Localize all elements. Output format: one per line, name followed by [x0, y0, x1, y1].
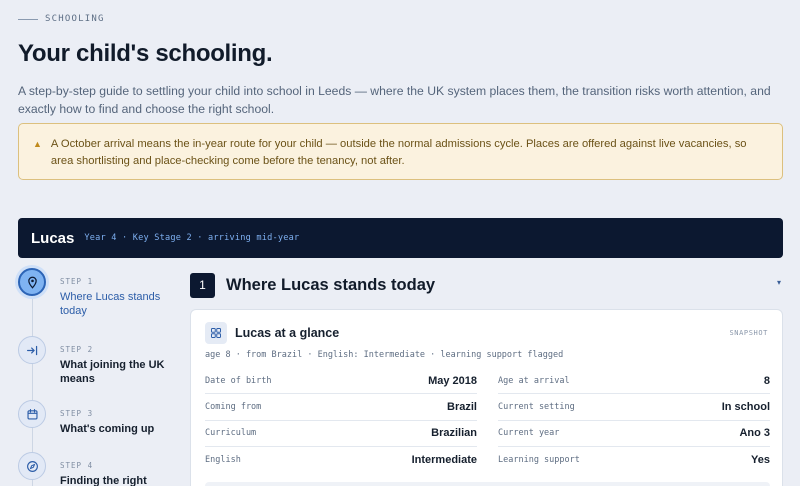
- fact-current-setting: Current setting In school: [498, 394, 770, 421]
- page-title: Your child's schooling.: [18, 40, 273, 67]
- child-name: Lucas: [31, 229, 75, 247]
- glance-card-header: Lucas at a glance: [205, 322, 339, 344]
- fact-value: Yes: [751, 454, 770, 467]
- card-footer-strip: [205, 482, 770, 486]
- steps-nav: STEP 1 Where Lucas stands today STEP 2 W…: [18, 268, 178, 486]
- step-4-label: Finding the right school: [60, 475, 147, 486]
- collapse-chevron-icon[interactable]: ▾: [777, 278, 781, 287]
- fact-key: Current year: [498, 428, 560, 439]
- snapshot-tag: SNAPSHOT: [729, 329, 768, 337]
- section-eyebrow: SCHOOLING: [18, 14, 105, 24]
- step-4-number: STEP 4: [60, 461, 94, 470]
- fact-value: Brazilian: [431, 427, 477, 440]
- fact-key: Age at arrival: [498, 375, 570, 386]
- warning-triangle-icon: ▲: [33, 139, 42, 149]
- page-intro: A step-by-step guide to settling your ch…: [18, 84, 771, 116]
- fact-learning-support: Learning support Yes: [498, 447, 770, 473]
- fact-value: Brazil: [447, 400, 477, 413]
- facts-grid: Date of birth May 2018 Age at arrival 8 …: [205, 368, 770, 473]
- step-1-marker: [18, 268, 46, 296]
- grid-icon: [205, 322, 227, 344]
- fact-age-at-arrival: Age at arrival 8: [498, 368, 770, 395]
- fact-key: English: [205, 455, 241, 466]
- glance-card-title: Lucas at a glance: [235, 326, 340, 340]
- section-number-badge: 1: [190, 272, 215, 298]
- fact-date-of-birth: Date of birth May 2018: [205, 368, 477, 395]
- eyebrow-rule: [18, 18, 38, 20]
- fact-value: 8: [763, 374, 770, 387]
- fact-key: Date of birth: [205, 375, 272, 386]
- fact-coming-from: Coming from Brazil: [205, 394, 477, 421]
- in-year-notice: ▲ A October arrival means the in-year ro…: [18, 123, 783, 180]
- facts-row: Curriculum Brazilian Current year Ano 3: [205, 421, 770, 447]
- facts-row: Date of birth May 2018 Age at arrival 8: [205, 368, 770, 395]
- step-4-marker: [18, 452, 46, 480]
- fact-value: Intermediate: [411, 454, 477, 467]
- fact-current-year: Current year Ano 3: [498, 421, 770, 447]
- map-pin-icon: [27, 276, 37, 289]
- fact-key: Curriculum: [205, 428, 257, 439]
- fact-value: In school: [721, 400, 770, 413]
- facts-row: English Intermediate Learning support Ye…: [205, 447, 770, 473]
- step-1-number: STEP 1: [60, 277, 94, 286]
- step-3-number: STEP 3: [60, 409, 94, 418]
- step-3-marker: [18, 400, 46, 428]
- section-1-header[interactable]: 1 Where Lucas stands today ▾: [190, 272, 783, 298]
- step-1-label: Where Lucas stands today: [60, 291, 161, 317]
- step-2-label: What joining the UK means: [60, 359, 165, 385]
- fact-key: Learning support: [498, 455, 580, 466]
- step-3-label: What's coming up: [60, 423, 155, 435]
- compass-icon: [26, 460, 38, 472]
- eyebrow-label: SCHOOLING: [45, 14, 105, 24]
- calendar-icon: [26, 408, 38, 420]
- fact-key: Current setting: [498, 401, 575, 412]
- step-2-number: STEP 2: [60, 345, 94, 354]
- child-banner: Lucas Year 4 · Key Stage 2 · arriving mi…: [18, 218, 783, 258]
- schooling-page: SCHOOLING Your child's schooling. A step…: [0, 0, 800, 486]
- step-2-marker: [18, 336, 46, 364]
- facts-row: Coming from Brazil Current setting In sc…: [205, 394, 770, 421]
- notice-text: A October arrival means the in-year rout…: [50, 138, 747, 167]
- arrow-into-icon: [26, 345, 37, 355]
- fact-curriculum: Curriculum Brazilian: [205, 421, 477, 447]
- fact-value: Ano 3: [739, 427, 770, 440]
- glance-card: Lucas at a glance SNAPSHOT age 8 · from …: [190, 309, 783, 486]
- fact-english: English Intermediate: [205, 447, 477, 473]
- fact-key: Coming from: [205, 401, 262, 412]
- glance-summary: age 8 · from Brazil · English: Intermedi…: [205, 350, 564, 360]
- child-meta: Year 4 · Key Stage 2 · arriving mid-year: [84, 233, 300, 243]
- section-title: Where Lucas stands today: [226, 275, 436, 294]
- fact-value: May 2018: [428, 374, 477, 387]
